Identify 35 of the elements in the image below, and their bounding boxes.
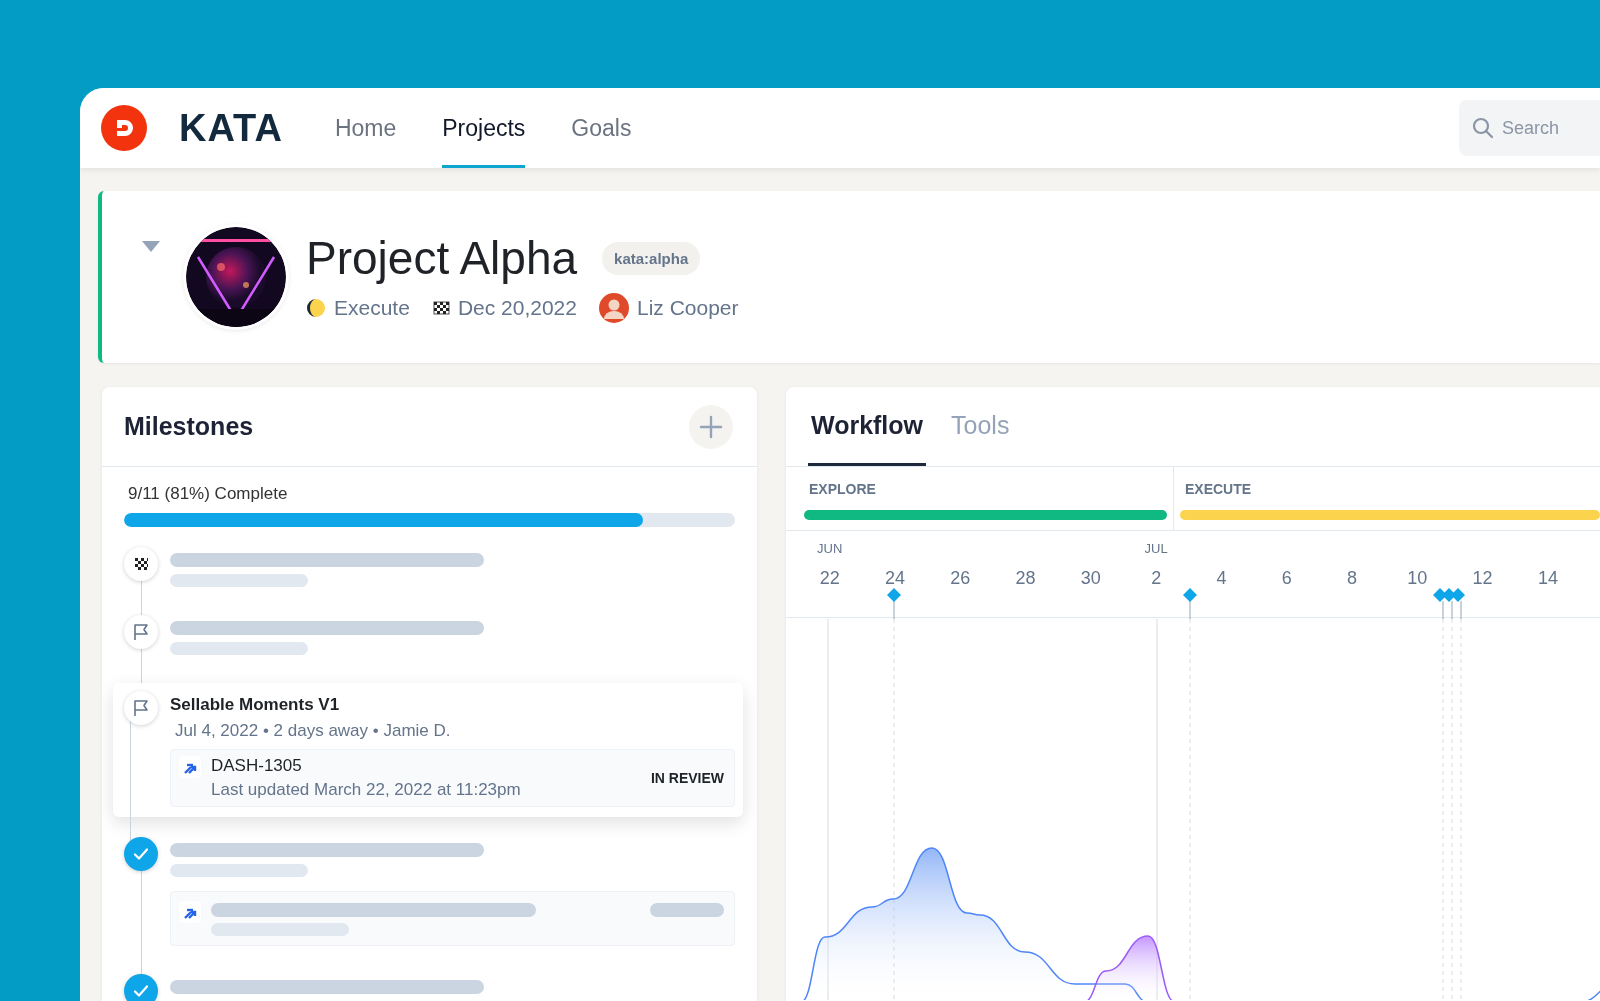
progress-label: 9/11 (81%) Complete bbox=[128, 484, 289, 504]
day-label: 14 bbox=[1537, 568, 1558, 589]
nav-tab[interactable]: Home bbox=[334, 88, 397, 168]
phase-label: EXPLORE bbox=[808, 481, 877, 497]
day-label: 30 bbox=[1080, 568, 1101, 589]
day-label: 6 bbox=[1281, 568, 1292, 589]
month-label: JUL bbox=[1144, 541, 1168, 557]
day-label: 4 bbox=[1216, 568, 1227, 589]
day-label: 22 bbox=[819, 568, 840, 589]
issue-key: DASH-1305 bbox=[211, 756, 641, 776]
panel-title: Milestones bbox=[124, 412, 254, 441]
day-label: 8 bbox=[1347, 568, 1358, 589]
project-title: Project Alpha bbox=[306, 231, 578, 285]
day-label: 26 bbox=[950, 568, 971, 589]
brand-logo[interactable]: KATA bbox=[179, 106, 283, 150]
due-date: Dec 20,2022 bbox=[457, 296, 577, 320]
search-field[interactable]: Search bbox=[1459, 100, 1600, 156]
nav-tab[interactable]: Goals bbox=[571, 88, 632, 168]
day-label: 12 bbox=[1472, 568, 1493, 589]
tag-label: kata:alpha bbox=[602, 241, 701, 275]
tab[interactable]: Workflow bbox=[808, 387, 927, 466]
phase-label: EXECUTE bbox=[1184, 481, 1253, 497]
issue-updated: Last updated March 22, 2022 at 11:23pm bbox=[211, 780, 522, 800]
nav-tab[interactable]: Projects bbox=[442, 88, 526, 168]
milestone-meta: Jul 4, 2022 • 2 days away • Jamie D. bbox=[175, 721, 452, 741]
issue-card[interactable]: DASH-1305 Last updated March 22, 2022 at 11:23pm IN REVIEW bbox=[170, 749, 735, 807]
day-label: 2 bbox=[1151, 568, 1162, 589]
day-label: 10 bbox=[1407, 568, 1428, 589]
milestone-title: Sellable Moments V1 bbox=[170, 695, 341, 715]
status-label: IN REVIEW bbox=[650, 770, 724, 786]
day-label: 24 bbox=[884, 568, 905, 589]
phase-label: Execute bbox=[334, 296, 410, 320]
month-label: JUN bbox=[817, 541, 843, 557]
owner-name: Liz Cooper bbox=[637, 296, 739, 320]
day-label: 28 bbox=[1015, 568, 1036, 589]
